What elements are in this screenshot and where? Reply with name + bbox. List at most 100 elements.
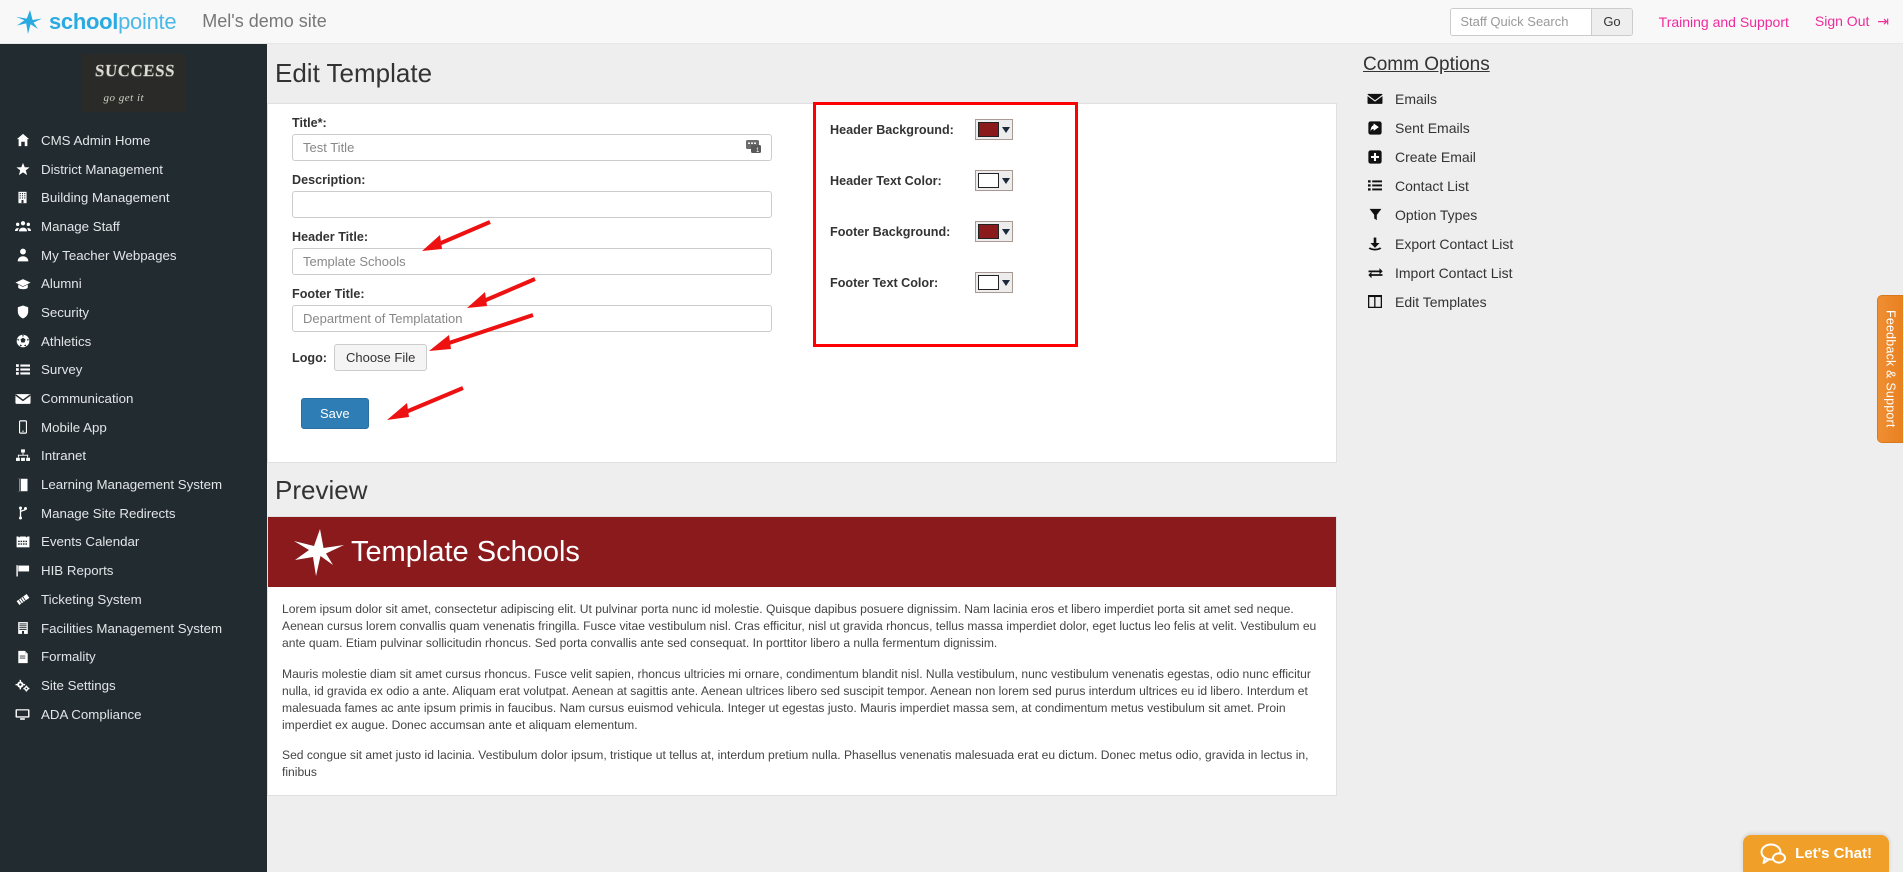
sidebar-item-district-management[interactable]: District Management bbox=[0, 155, 267, 184]
color-swatch-picker[interactable] bbox=[975, 119, 1013, 140]
comm-item-option-types[interactable]: Option Types bbox=[1337, 200, 1903, 229]
comm-item-label: Option Types bbox=[1395, 207, 1477, 223]
color-swatch-chip bbox=[978, 122, 999, 137]
sidebar-item-learning-management-system[interactable]: Learning Management System bbox=[0, 470, 267, 499]
top-bar-right-group: Go Training and Support Sign Out ⇥ bbox=[1450, 8, 1903, 36]
sidebar-item-label: Security bbox=[41, 305, 89, 320]
comm-item-label: Edit Templates bbox=[1395, 294, 1487, 310]
sidebar-item-manage-site-redirects[interactable]: Manage Site Redirects bbox=[0, 499, 267, 528]
comm-item-sent-emails[interactable]: Sent Emails bbox=[1337, 113, 1903, 142]
site-name: Mel's demo site bbox=[202, 11, 326, 32]
flag-icon bbox=[11, 564, 34, 577]
sidebar-item-survey[interactable]: Survey bbox=[0, 356, 267, 385]
sidebar-item-manage-staff[interactable]: Manage Staff bbox=[0, 212, 267, 241]
sign-out-icon: ⇥ bbox=[1877, 13, 1889, 29]
sidebar-item-alumni[interactable]: Alumni bbox=[0, 269, 267, 298]
exchange-icon bbox=[1363, 267, 1387, 279]
color-row-label: Header Text Color: bbox=[830, 174, 975, 188]
footer-title-input[interactable] bbox=[292, 305, 772, 332]
comm-item-import-contact-list[interactable]: Import Contact List bbox=[1337, 258, 1903, 287]
preview-paragraph: Mauris molestie diam sit amet cursus rho… bbox=[282, 666, 1322, 735]
comm-item-label: Import Contact List bbox=[1395, 265, 1513, 281]
header-title-input[interactable] bbox=[292, 248, 772, 275]
comm-item-export-contact-list[interactable]: Export Contact List bbox=[1337, 229, 1903, 258]
comm-item-contact-list[interactable]: Contact List bbox=[1337, 171, 1903, 200]
sidebar-item-facilities-management-system[interactable]: Facilities Management System bbox=[0, 614, 267, 643]
sidebar-item-label: Intranet bbox=[41, 448, 86, 463]
training-and-support-link[interactable]: Training and Support bbox=[1659, 14, 1789, 30]
sidebar-item-formality[interactable]: Formality bbox=[0, 642, 267, 671]
preview-body: Lorem ipsum dolor sit amet, consectetur … bbox=[268, 587, 1336, 782]
description-input[interactable] bbox=[292, 191, 772, 218]
share-square-icon bbox=[1363, 121, 1387, 135]
preview-heading: Preview bbox=[267, 463, 1337, 516]
preview-header-title: Template Schools bbox=[351, 536, 580, 569]
sign-out-label: Sign Out bbox=[1815, 13, 1869, 29]
sidebar-item-label: Communication bbox=[41, 391, 133, 406]
sidebar-item-athletics[interactable]: Athletics bbox=[0, 327, 267, 356]
color-swatch-picker[interactable] bbox=[975, 170, 1013, 191]
choose-file-button[interactable]: Choose File bbox=[334, 344, 427, 371]
logo-field-label: Logo: bbox=[292, 351, 327, 365]
color-swatch-picker[interactable] bbox=[975, 221, 1013, 242]
sidebar-item-site-settings[interactable]: Site Settings bbox=[0, 671, 267, 700]
sidebar-item-label: ADA Compliance bbox=[41, 707, 142, 722]
description-field-label: Description: bbox=[292, 173, 768, 187]
comm-item-emails[interactable]: Emails bbox=[1337, 84, 1903, 113]
sidebar: SUCCESS go get it CMS Admin HomeDistrict… bbox=[0, 44, 267, 872]
preview-paragraph: Sed congue sit amet justo id lacinia. Ve… bbox=[282, 747, 1322, 781]
color-swatch-picker[interactable] bbox=[975, 272, 1013, 293]
color-row: Footer Background: bbox=[830, 221, 1075, 242]
sidebar-item-events-calendar[interactable]: Events Calendar bbox=[0, 528, 267, 557]
logo-upload-row: Logo: Choose File bbox=[292, 344, 768, 371]
comm-item-label: Contact List bbox=[1395, 178, 1469, 194]
feedback-tab-label: Feedback & Support bbox=[1884, 310, 1898, 428]
sidebar-logo-line2: go get it bbox=[104, 92, 145, 104]
comm-item-label: Export Contact List bbox=[1395, 236, 1513, 252]
desktop-icon bbox=[11, 708, 34, 721]
sidebar-item-building-management[interactable]: Building Management bbox=[0, 183, 267, 212]
comm-item-edit-templates[interactable]: Edit Templates bbox=[1337, 287, 1903, 316]
success-chalkboard-image: SUCCESS go get it bbox=[82, 54, 186, 112]
sidebar-item-security[interactable]: Security bbox=[0, 298, 267, 327]
schoolpointe-star-icon bbox=[14, 9, 44, 35]
footer-title-field-label: Footer Title: bbox=[292, 287, 768, 301]
sidebar-logo-line1: SUCCESS bbox=[94, 61, 175, 81]
feedback-and-support-tab[interactable]: Feedback & Support bbox=[1877, 295, 1903, 443]
lets-chat-widget[interactable]: Let's Chat! bbox=[1743, 835, 1889, 872]
title-field-label: Title*: bbox=[292, 116, 768, 130]
sidebar-item-ada-compliance[interactable]: ADA Compliance bbox=[0, 700, 267, 729]
sidebar-item-label: Events Calendar bbox=[41, 534, 139, 549]
chat-bubble-icon bbox=[1760, 843, 1786, 865]
comm-item-create-email[interactable]: Create Email bbox=[1337, 142, 1903, 171]
columns-icon bbox=[1363, 295, 1387, 308]
sidebar-item-label: Manage Site Redirects bbox=[41, 506, 176, 521]
page-title: Edit Template bbox=[267, 44, 1337, 103]
sidebar-item-mobile-app[interactable]: Mobile App bbox=[0, 413, 267, 442]
sidebar-item-list: CMS Admin HomeDistrict ManagementBuildin… bbox=[0, 126, 267, 728]
color-options-panel: Header Background: Header Text Color: Foot… bbox=[813, 102, 1078, 347]
sidebar-item-communication[interactable]: Communication bbox=[0, 384, 267, 413]
sidebar-item-cms-admin-home[interactable]: CMS Admin Home bbox=[0, 126, 267, 155]
search-go-button[interactable]: Go bbox=[1591, 9, 1631, 35]
plus-square-icon bbox=[1363, 150, 1387, 164]
sidebar-item-ticketing-system[interactable]: Ticketing System bbox=[0, 585, 267, 614]
sidebar-item-intranet[interactable]: Intranet bbox=[0, 442, 267, 471]
title-input[interactable] bbox=[292, 134, 772, 161]
sidebar-item-label: Facilities Management System bbox=[41, 621, 222, 636]
chevron-down-icon bbox=[1002, 127, 1010, 133]
book-icon bbox=[11, 478, 34, 492]
save-button[interactable]: Save bbox=[301, 398, 369, 429]
search-input[interactable] bbox=[1451, 9, 1591, 35]
sidebar-item-hib-reports[interactable]: HIB Reports bbox=[0, 556, 267, 585]
header-title-field-label: Header Title: bbox=[292, 230, 768, 244]
gears-icon bbox=[11, 679, 34, 692]
star-icon bbox=[11, 162, 34, 176]
top-bar: schoolpointe Mel's demo site Go Training… bbox=[0, 0, 1903, 44]
brand-logo-group[interactable]: schoolpointe bbox=[0, 9, 176, 35]
color-row: Header Background: bbox=[830, 119, 1075, 140]
sidebar-item-my-teacher-webpages[interactable]: My Teacher Webpages bbox=[0, 241, 267, 270]
sidebar-item-label: My Teacher Webpages bbox=[41, 248, 177, 263]
annotation-arrow-save bbox=[383, 384, 468, 424]
sign-out-link[interactable]: Sign Out ⇥ bbox=[1815, 13, 1889, 30]
